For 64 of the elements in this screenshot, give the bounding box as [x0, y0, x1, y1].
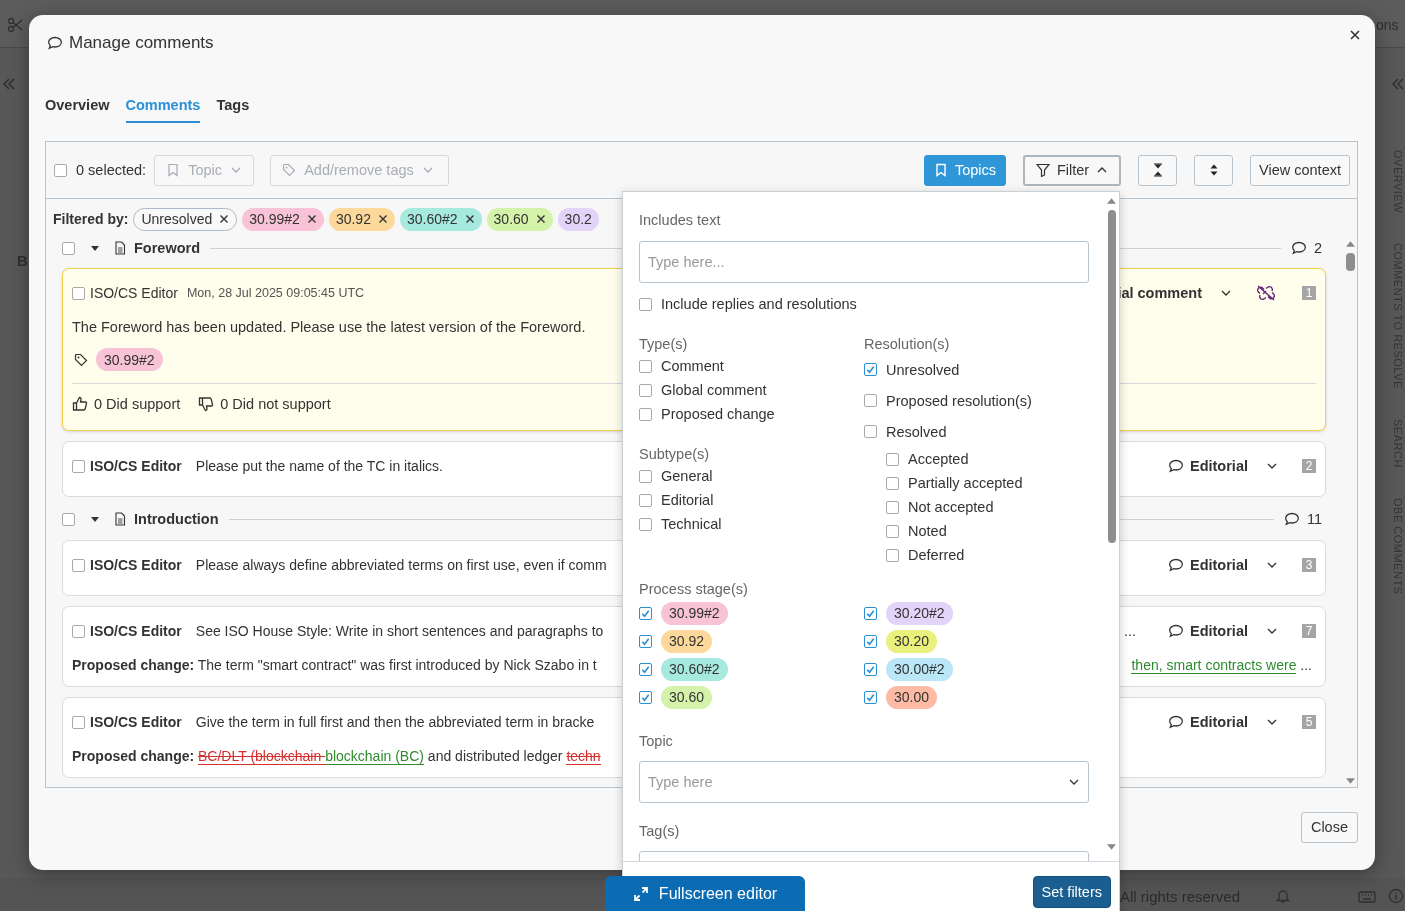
comment-number: 3 — [1302, 558, 1316, 572]
comment-type: Editorial — [1190, 623, 1248, 639]
option-label: Comment — [661, 358, 724, 374]
ellipsis-text: ... — [1123, 623, 1136, 639]
option-label: Include replies and resolutions — [661, 296, 857, 312]
option-label: Unresolved — [886, 361, 960, 378]
option-label: Deferred — [908, 547, 965, 563]
comment-author: ISO/CS Editor — [90, 458, 182, 474]
comment-text: Give the term in full first and then the abbreviated term in bracke — [195, 714, 595, 730]
stage-tag: 30.00#2 — [886, 657, 953, 681]
comment-count: 2 — [1313, 240, 1322, 256]
option-label: Not accepted — [908, 499, 994, 515]
comment-type: Editorial — [1190, 714, 1248, 730]
support-count: 0 Did support — [94, 396, 181, 412]
option-label: Global comment — [661, 382, 767, 398]
comment-number: 5 — [1302, 715, 1316, 729]
stage-tag: 30.60 — [661, 685, 713, 709]
option-label: Proposed resolution(s) — [886, 392, 1032, 409]
comment-number: 2 — [1302, 459, 1316, 473]
group-heading: Type(s) — [639, 335, 689, 354]
comment-author: ISO/CS Editor — [90, 285, 178, 301]
comment-date: Mon, 28 Jul 2025 09:05:45 UTC — [186, 286, 365, 300]
comment-text: Please put the name of the TC in italics. — [195, 458, 443, 474]
stage-tag: 30.60#2 — [661, 657, 728, 681]
option-label: Resolved — [886, 423, 947, 440]
option-label: Proposed change — [661, 406, 775, 422]
comment-count: 11 — [1306, 511, 1322, 527]
option-label: Noted — [908, 523, 947, 539]
comment-number: 1 — [1302, 286, 1316, 300]
no-support-count: 0 Did not support — [220, 396, 331, 412]
option-label: Editorial — [661, 492, 714, 508]
stage-tag: 30.00 — [886, 685, 938, 709]
section-title: Introduction — [134, 511, 219, 527]
stage-tag: 30.20 — [886, 629, 938, 653]
comment-author: ISO/CS Editor — [90, 557, 182, 573]
comment-number: 7 — [1302, 624, 1316, 638]
comment-text: Please always define abbreviated terms on first use, even if comm — [195, 557, 607, 573]
option-label: General — [661, 468, 713, 484]
option-label: Partially accepted — [908, 475, 1023, 491]
comment-type: Editorial — [1190, 557, 1248, 573]
group-heading: Process stage(s) — [639, 580, 749, 599]
selected-count: 0 selected: — [76, 162, 147, 178]
comment-type: Editorial — [1190, 458, 1248, 474]
filtered-by-label: Filtered by: — [53, 211, 129, 227]
group-heading: Subtype(s) — [639, 445, 711, 464]
stage-tag: 30.99#2 — [96, 348, 163, 371]
stage-tag: 30.99#2 — [661, 601, 728, 625]
field-label: Includes text — [639, 211, 722, 230]
group-heading: Resolution(s) — [864, 335, 951, 354]
proposed-change: Proposed change: BC/DLT (blockchain blockchain (BC) and distributed ledger techn — [72, 748, 601, 764]
field-label: Tag(s) — [639, 822, 681, 841]
dialog-title: Manage comments — [69, 33, 214, 53]
comment-author: ISO/CS Editor — [90, 714, 182, 730]
stage-tag: 30.92 — [661, 629, 713, 653]
stage-tag: 30.20#2 — [886, 601, 953, 625]
section-title: Foreword — [134, 240, 201, 256]
proposed-change-tail: then, smart contracts were ... — [1131, 657, 1312, 673]
proposed-change: Proposed change: The term "smart contract" was first introduced by Nick Szabo in t — [72, 657, 597, 673]
option-label: Accepted — [908, 451, 969, 467]
option-label: Technical — [661, 516, 722, 532]
comment-author: ISO/CS Editor — [90, 623, 182, 639]
comment-text: See ISO House Style: Write in short sentences and paragraphs to — [195, 623, 604, 639]
field-label: Topic — [639, 732, 674, 751]
comment-text: The Foreword has been updated. Please use the latest version of the Foreword. — [72, 319, 587, 335]
